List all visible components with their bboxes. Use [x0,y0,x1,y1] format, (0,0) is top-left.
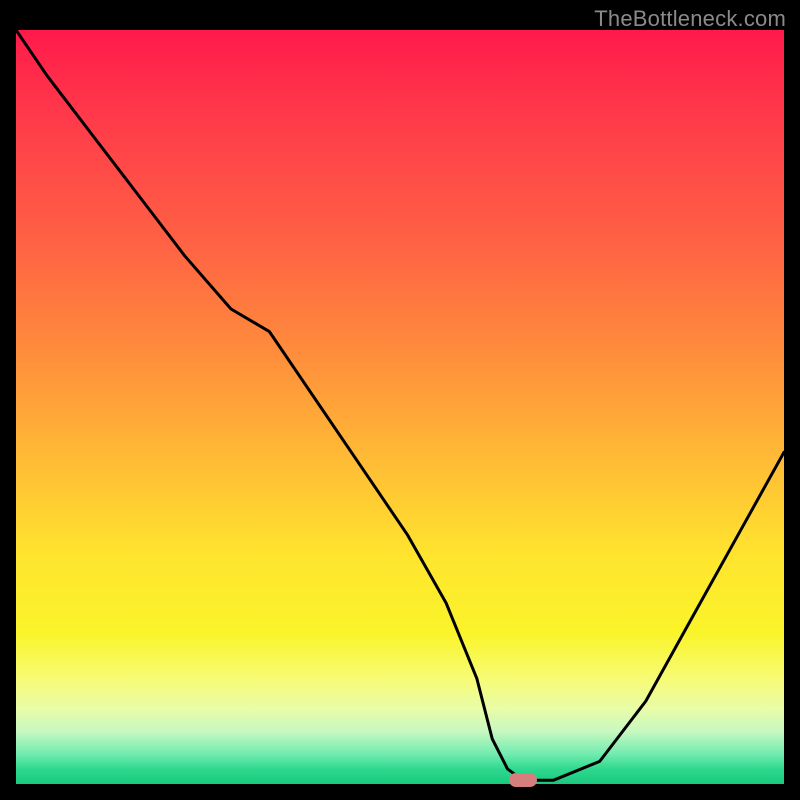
plot-area [16,30,784,784]
optimum-marker [509,773,537,787]
chart-frame: TheBottleneck.com [0,0,800,800]
bottleneck-curve [16,30,784,784]
watermark-text: TheBottleneck.com [594,6,786,32]
